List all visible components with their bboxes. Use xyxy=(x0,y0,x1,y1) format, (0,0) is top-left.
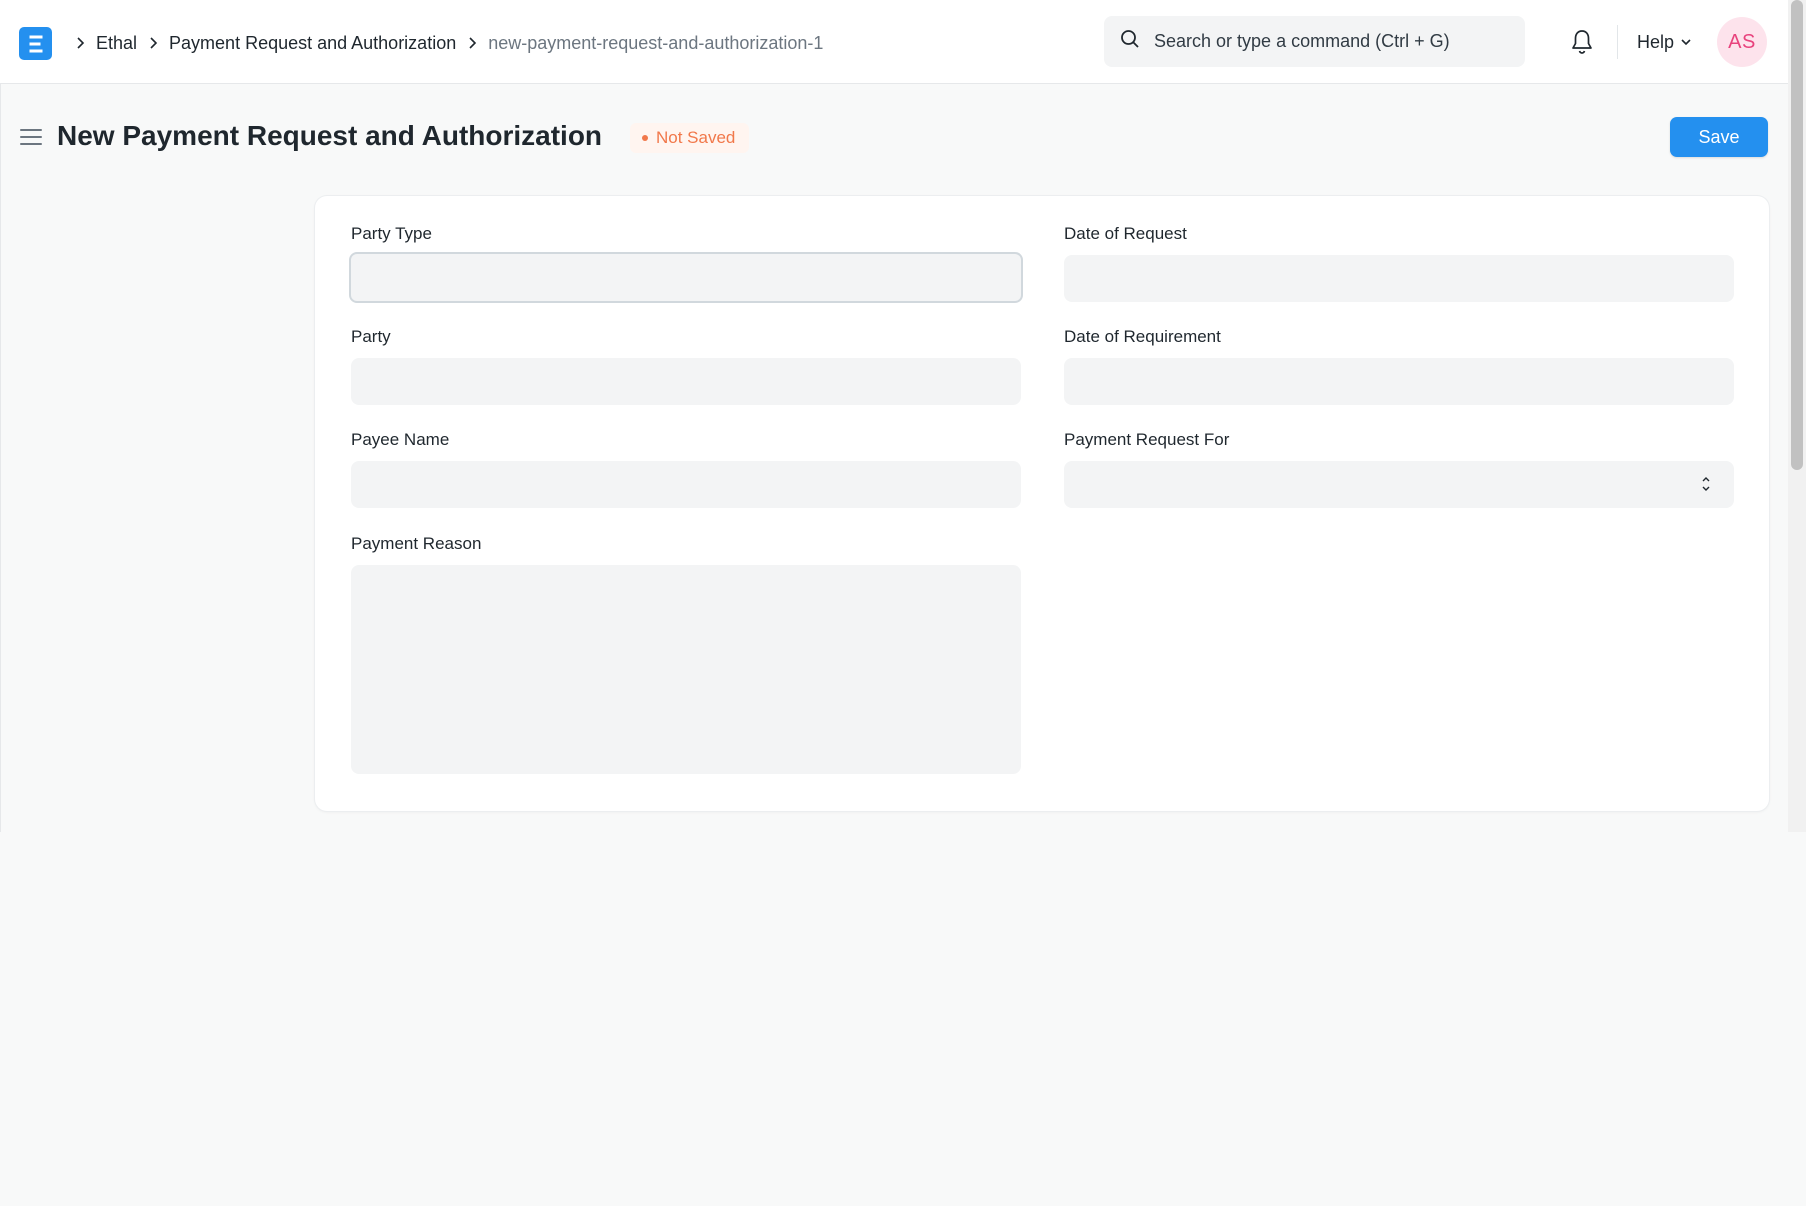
status-dot-icon xyxy=(642,135,648,141)
breadcrumb: Ethal Payment Request and Authorization … xyxy=(70,28,823,58)
status-badge: Not Saved xyxy=(630,123,750,153)
payment-reason-label: Payment Reason xyxy=(351,534,482,553)
party-input[interactable] xyxy=(351,358,1021,405)
help-dropdown[interactable]: Help xyxy=(1637,28,1692,56)
date-of-request-label: Date of Request xyxy=(1064,224,1187,243)
breadcrumb-item-ethal[interactable]: Ethal xyxy=(96,33,137,54)
payment-request-for-label: Payment Request For xyxy=(1064,430,1230,449)
page-border xyxy=(0,84,1,832)
form-card: Party Type Party Payee Name Payment Reas… xyxy=(315,196,1769,811)
save-button[interactable]: Save xyxy=(1670,117,1768,157)
payee-name-input[interactable] xyxy=(351,461,1021,508)
breadcrumb-item-payment-request[interactable]: Payment Request and Authorization xyxy=(169,33,456,54)
app-logo-icon[interactable] xyxy=(19,27,52,60)
search-input[interactable] xyxy=(1152,30,1496,53)
search-bar[interactable] xyxy=(1104,16,1525,67)
chevron-right-icon xyxy=(143,36,163,50)
chevron-right-icon xyxy=(70,36,90,50)
navbar-divider xyxy=(1617,25,1618,59)
date-of-requirement-input[interactable] xyxy=(1064,358,1734,405)
page-title: New Payment Request and Authorization xyxy=(57,120,603,151)
scrollbar-thumb[interactable] xyxy=(1791,0,1803,470)
chevron-down-icon xyxy=(1681,39,1691,46)
party-label: Party xyxy=(351,327,391,346)
payment-reason-textarea[interactable] xyxy=(351,565,1021,774)
party-type-label: Party Type xyxy=(351,224,432,243)
search-icon xyxy=(1120,29,1140,54)
payment-request-for-select[interactable] xyxy=(1064,461,1734,508)
navbar: Ethal Payment Request and Authorization … xyxy=(0,0,1788,84)
breadcrumb-item-current: new-payment-request-and-authorization-1 xyxy=(488,32,824,53)
status-label: Not Saved xyxy=(656,128,736,147)
date-of-request-input[interactable] xyxy=(1064,255,1734,302)
party-type-input[interactable] xyxy=(349,252,1023,303)
select-arrows-icon xyxy=(1702,477,1710,491)
hamburger-icon[interactable] xyxy=(20,127,42,147)
help-label: Help xyxy=(1637,31,1675,52)
date-of-requirement-label: Date of Requirement xyxy=(1064,327,1221,346)
bell-icon[interactable] xyxy=(1567,26,1597,58)
chevron-right-icon xyxy=(462,36,482,50)
avatar[interactable]: AS xyxy=(1717,17,1767,67)
payee-name-label: Payee Name xyxy=(351,430,450,449)
